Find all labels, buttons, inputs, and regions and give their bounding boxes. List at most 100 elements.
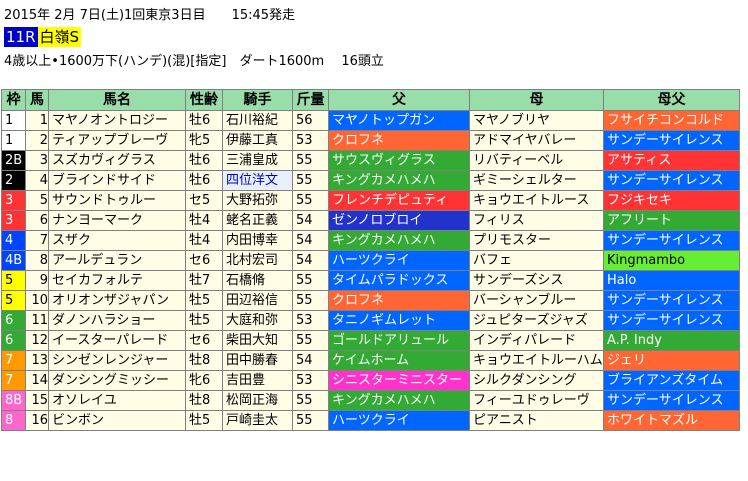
waku-cell: 4B xyxy=(1,250,26,271)
sex-age: 牡8 xyxy=(185,390,223,411)
dam-name: フィリス xyxy=(469,210,604,231)
race-conditions: 4歳以上•1600万下(ハンデ)(混)[指定] ダート1600m 16頭立 xyxy=(4,54,384,69)
table-row: 1 2 ティアップブレーヴ 牝5 伊藤工真 53 クロフネ アドマイヤバレー サンデーサイレンス xyxy=(1,130,740,151)
sex-age: 牡6 xyxy=(185,110,223,131)
horse-name[interactable]: オリオンザジャパン xyxy=(48,290,186,311)
damsire-name: フサイチコンコルド xyxy=(603,110,740,131)
horse-number: 16 xyxy=(25,410,49,431)
weight: 55 xyxy=(292,410,329,431)
damsire-name: サンデーサイレンス xyxy=(603,310,740,331)
dam-name: キョウエイトルース xyxy=(469,190,604,211)
col-header-jockey: 騎手 xyxy=(222,89,293,111)
horse-name[interactable]: アールデュラン xyxy=(48,250,186,271)
horse-name[interactable]: イースターパレード xyxy=(48,330,186,351)
weight: 54 xyxy=(292,210,329,231)
weight: 55 xyxy=(292,150,329,171)
dam-name: プリモスター xyxy=(469,230,604,251)
horse-name[interactable]: ティアップブレーヴ xyxy=(48,130,186,151)
damsire-name: アフリート xyxy=(603,210,740,231)
jockey-name: 田中勝春 xyxy=(222,350,293,371)
sire-name: シニスターミニスター xyxy=(328,370,470,391)
horse-name[interactable]: マヤノオントロジー xyxy=(48,110,186,131)
horse-number: 9 xyxy=(25,270,49,291)
horse-name[interactable]: シンゼンレンジャー xyxy=(48,350,186,371)
waku-cell: 7 xyxy=(1,350,26,371)
damsire-name: ブライアンズタイム xyxy=(603,370,740,391)
sex-age: セ5 xyxy=(185,190,223,211)
jockey-name: 石橋脩 xyxy=(222,270,293,291)
jockey-name: 大野拓弥 xyxy=(222,190,293,211)
horse-name[interactable]: ダンシングミッシー xyxy=(48,370,186,391)
sire-name: クロフネ xyxy=(328,130,470,151)
col-header-waku: 枠 xyxy=(1,89,26,111)
dam-name: キョウエイトルーハム xyxy=(469,350,604,371)
race-title: 11R 白嶺S xyxy=(4,27,82,47)
jockey-name: 田辺裕信 xyxy=(222,290,293,311)
col-header-name: 馬名 xyxy=(48,89,186,111)
horse-number: 11 xyxy=(25,310,49,331)
damsire-name: ジェリ xyxy=(603,350,740,371)
weight: 53 xyxy=(292,370,329,391)
dam-name: サンデーズシス xyxy=(469,270,604,291)
jockey-name: 吉田豊 xyxy=(222,370,293,391)
jockey-name: 蛯名正義 xyxy=(222,210,293,231)
sire-name: ケイムホーム xyxy=(328,350,470,371)
sire-name: ハーツクライ xyxy=(328,410,470,431)
dam-name: ジュピターズジャズ xyxy=(469,310,604,331)
dam-name: ピアニスト xyxy=(469,410,604,431)
damsire-name: Halo xyxy=(603,270,740,291)
horse-number: 7 xyxy=(25,230,49,251)
dam-name: アドマイヤバレー xyxy=(469,130,604,151)
table-row: 3 5 サウンドトゥルー セ5 大野拓弥 55 フレンチデピュティ キョウエイトルース フジキセ… xyxy=(1,190,740,211)
table-row: 4 7 スザク 牡4 内田博幸 54 キングカメハメハ プリモスター サンデーサイレンス xyxy=(1,230,740,251)
horse-number: 13 xyxy=(25,350,49,371)
jockey-name: 石川裕紀 xyxy=(222,110,293,131)
table-row: 2B 3 スズカヴィグラス 牡6 三浦皇成 55 サウスヴィグラス リバティーベル アサティス xyxy=(1,150,740,171)
weight: 55 xyxy=(292,190,329,211)
damsire-name: サンデーサイレンス xyxy=(603,290,740,311)
horse-name[interactable]: スザク xyxy=(48,230,186,251)
jockey-name: 松岡正海 xyxy=(222,390,293,411)
horse-name[interactable]: ビンボン xyxy=(48,410,186,431)
waku-cell: 5 xyxy=(1,270,26,291)
horse-name[interactable]: サウンドトゥルー xyxy=(48,190,186,211)
damsire-name: サンデーサイレンス xyxy=(603,130,740,151)
sex-age: 牡5 xyxy=(185,290,223,311)
horse-name[interactable]: スズカヴィグラス xyxy=(48,150,186,171)
horse-number: 1 xyxy=(25,110,49,131)
waku-cell: 1 xyxy=(1,130,26,151)
horse-number: 8 xyxy=(25,250,49,271)
horse-name[interactable]: ブラインドサイド xyxy=(48,170,186,191)
sire-name: タニノギムレット xyxy=(328,310,470,331)
sex-age: セ6 xyxy=(185,330,223,351)
sex-age: 牡5 xyxy=(185,310,223,331)
horse-name[interactable]: オソレイユ xyxy=(48,390,186,411)
dam-name: ギミーシェルター xyxy=(469,170,604,191)
table-row: 4B 8 アールデュラン セ6 北村宏司 54 ハーツクライ バフェ Kingmambo xyxy=(1,250,740,271)
horse-number: 6 xyxy=(25,210,49,231)
table-row: 6 11 ダノンハラショー 牡5 大庭和弥 53 タニノギムレット ジュピターズジャズ サンデー… xyxy=(1,310,740,331)
waku-cell: 6 xyxy=(1,310,26,331)
table-row: 5 10 オリオンザジャパン 牡5 田辺裕信 55 クロフネ バーシャンブルー サンデーサイレン… xyxy=(1,290,740,311)
horse-name[interactable]: ナンヨーマーク xyxy=(48,210,186,231)
jockey-name: 四位洋文 xyxy=(222,170,293,191)
dam-name: シルクダンシング xyxy=(469,370,604,391)
dam-name: バーシャンブルー xyxy=(469,290,604,311)
waku-cell: 1 xyxy=(1,110,26,131)
weight: 54 xyxy=(292,230,329,251)
weight: 56 xyxy=(292,110,329,131)
sire-name: サウスヴィグラス xyxy=(328,150,470,171)
damsire-name: サンデーサイレンス xyxy=(603,170,740,191)
sex-age: 牝5 xyxy=(185,130,223,151)
sire-name: ゼンノロブロイ xyxy=(328,210,470,231)
jockey-name: 伊藤工真 xyxy=(222,130,293,151)
horse-name[interactable]: セイカフォルテ xyxy=(48,270,186,291)
table-row: 5 9 セイカフォルテ 牡7 石橋脩 55 タイムパラドックス サンデーズシス Halo xyxy=(1,270,740,291)
sex-age: セ6 xyxy=(185,250,223,271)
jockey-name: 戸崎圭太 xyxy=(222,410,293,431)
table-row: 1 1 マヤノオントロジー 牡6 石川裕紀 56 マヤノトップガン マヤノブリヤ フサイチコンコ… xyxy=(1,110,740,131)
horse-name[interactable]: ダノンハラショー xyxy=(48,310,186,331)
waku-cell: 3 xyxy=(1,210,26,231)
col-header-sexage: 性齢 xyxy=(185,89,223,111)
sire-name: マヤノトップガン xyxy=(328,110,470,131)
